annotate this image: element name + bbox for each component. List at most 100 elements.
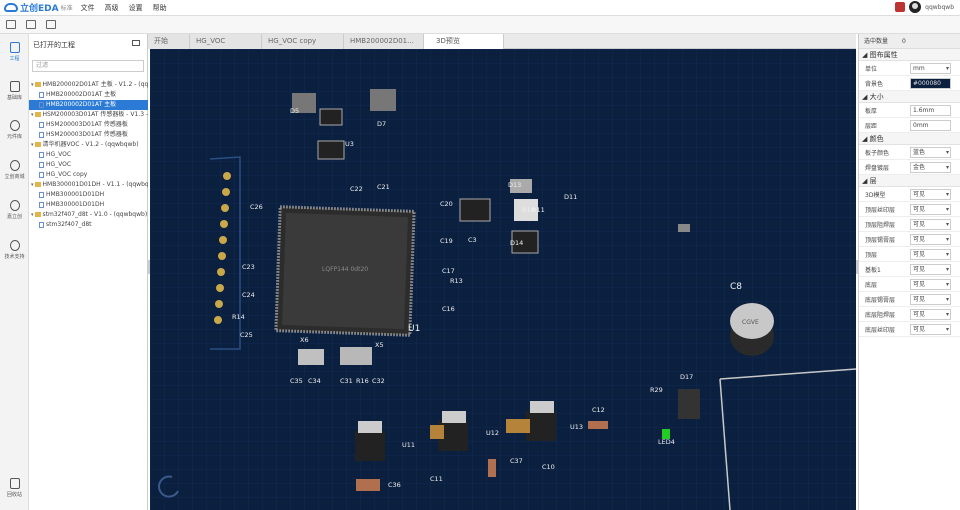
- property-label: 3D模型: [865, 191, 886, 199]
- caret-icon[interactable]: ▾: [31, 182, 34, 188]
- property-input[interactable]: 1.6mm: [910, 104, 951, 116]
- nav-component-lib[interactable]: 元件库: [0, 120, 29, 140]
- folder-icon[interactable]: [132, 40, 140, 46]
- ref-designator: U12: [486, 429, 499, 437]
- tab-hg-voc[interactable]: HG_VOC: [190, 34, 262, 49]
- property-select[interactable]: mm: [910, 62, 951, 74]
- section-header[interactable]: ◢ 层: [859, 175, 960, 187]
- section-header[interactable]: ◢ 颜色: [859, 133, 960, 145]
- tree-project[interactable]: ▾ 清华机器VOC - V1.2 - (qqwbqwb): [29, 140, 148, 150]
- tree-project[interactable]: ▾ stm32f407_d8t - V1.0 - (qqwbqwb): [29, 210, 148, 220]
- property-select[interactable]: 可见: [910, 308, 951, 320]
- property-select[interactable]: 蓝色: [910, 146, 951, 158]
- ref-designator: C34: [308, 377, 321, 385]
- tree-document[interactable]: HG_VOC: [29, 160, 148, 170]
- support-icon: [9, 240, 20, 251]
- property-select[interactable]: 可见: [910, 263, 951, 275]
- section-header[interactable]: ◢ 图布属性: [859, 49, 960, 61]
- property-label: 背景色: [865, 80, 884, 88]
- nav-jlc[interactable]: 嘉立创: [0, 200, 29, 220]
- tree-document[interactable]: HSM200003D01AT 传感器板: [29, 120, 148, 130]
- nav-support[interactable]: 技术支持: [0, 240, 29, 260]
- menu-file[interactable]: 文件: [81, 3, 95, 13]
- property-row: 层距 0mm: [859, 118, 960, 133]
- project-tree: ▾ HMB200002D01AT 主板 - V1.2 - (qqwbqwb) HMB…: [29, 80, 148, 230]
- property-select[interactable]: 可见: [910, 278, 951, 290]
- property-label: 顶层: [865, 251, 878, 259]
- tab-hg-voc-copy[interactable]: HG_VOC copy: [262, 34, 344, 49]
- tree-project[interactable]: ▾ HSM200003D01AT 传感器板 - V1.3 - (qqwbqwb): [29, 110, 148, 120]
- tree-label: stm32f407_d8t: [46, 221, 92, 228]
- tree-document[interactable]: stm32f407_d8t: [29, 220, 148, 230]
- property-label: 基板1: [865, 266, 881, 274]
- property-select[interactable]: 可见: [910, 323, 951, 335]
- tree-document[interactable]: HG_VOC: [29, 150, 148, 160]
- nav-projects[interactable]: 工程: [0, 42, 29, 62]
- document-icon[interactable]: [26, 20, 36, 29]
- property-label: 顶层锡膏层: [865, 236, 896, 244]
- tab-hmb[interactable]: HMB200002D01...: [344, 34, 424, 49]
- property-label: 板子颜色: [865, 149, 890, 157]
- property-label: 板厚: [865, 107, 878, 115]
- pcb-view: LQFP144 0dt20 CGVE U3 D7 D5 C22 C21 C26 C20 U1 D…: [150, 49, 856, 510]
- edition-label: 标准: [60, 5, 73, 12]
- caret-icon[interactable]: ▾: [31, 112, 34, 118]
- property-input[interactable]: 0mm: [910, 119, 951, 131]
- board-grid: [150, 49, 856, 510]
- tab-3d-preview[interactable]: 3D预览: [424, 34, 504, 49]
- pcb-file-icon: [39, 101, 44, 108]
- tree-label: HSM200003D01AT 传感器板: [46, 121, 128, 128]
- tree-project[interactable]: ▾ HMB200002D01AT 主板 - V1.2 - (qqwbqwb): [29, 80, 148, 90]
- nav-lcsc-mall[interactable]: 立创商城: [0, 160, 29, 180]
- ref-designator: C11: [430, 475, 443, 483]
- pcb-file-icon: [39, 171, 44, 178]
- property-row: 顶层丝印层 可见: [859, 202, 960, 217]
- ref-designator: C35: [290, 377, 303, 385]
- nav-trash[interactable]: 回收站: [0, 478, 29, 498]
- tree-document[interactable]: HMB300001D01DH: [29, 200, 148, 210]
- menu-help[interactable]: 帮助: [153, 3, 167, 13]
- tab-start[interactable]: 开始: [148, 34, 190, 49]
- property-input[interactable]: #000080: [910, 77, 951, 89]
- tree-document[interactable]: HG_VOC copy: [29, 170, 148, 180]
- menu-advanced[interactable]: 高级: [105, 3, 119, 13]
- ref-designator: R13: [450, 277, 463, 285]
- user-area[interactable]: qqwbqwb: [895, 1, 954, 13]
- ref-designator: C12: [592, 406, 605, 414]
- property-select[interactable]: 可见: [910, 203, 951, 215]
- property-select[interactable]: 金色: [910, 161, 951, 173]
- ref-designator: C20: [440, 200, 453, 208]
- caret-icon[interactable]: ▾: [31, 82, 34, 88]
- tree-document[interactable]: HMB200002D01AT 主板: [29, 100, 148, 110]
- ref-designator: C36: [388, 481, 401, 489]
- filter-input[interactable]: 过滤: [32, 60, 144, 72]
- tree-document[interactable]: HSM200003D01AT 传感器板: [29, 130, 148, 140]
- property-select[interactable]: 可见: [910, 188, 951, 200]
- tree-document[interactable]: HMB300001D01DH: [29, 190, 148, 200]
- ref-designator: C19: [440, 237, 453, 245]
- tree-label: HMB300001D01DH: [46, 201, 105, 208]
- tree-label: HMB200002D01AT 主板 - V1.2 - (qqwbqwb): [42, 81, 148, 88]
- ref-designator: C17: [442, 267, 455, 275]
- property-row: 底层 可见: [859, 277, 960, 292]
- caret-icon[interactable]: ▾: [31, 212, 34, 218]
- layers-icon[interactable]: [46, 20, 56, 29]
- section-header[interactable]: ◢ 大小: [859, 91, 960, 103]
- property-select[interactable]: 可见: [910, 233, 951, 245]
- nav-basic-lib[interactable]: 基础库: [0, 81, 29, 101]
- ref-designator: C10: [542, 463, 555, 471]
- tree-document[interactable]: HMB200002D01AT 主板: [29, 90, 148, 100]
- property-select[interactable]: 可见: [910, 218, 951, 230]
- caret-icon[interactable]: ▾: [31, 142, 34, 148]
- property-select[interactable]: 可见: [910, 248, 951, 260]
- open-folder-icon[interactable]: [6, 20, 16, 29]
- 3d-pcb-canvas[interactable]: LQFP144 0dt20 CGVE U3 D7 D5 C22 C21 C26 C20 U1 D…: [150, 49, 856, 510]
- avatar[interactable]: [909, 1, 922, 13]
- property-select[interactable]: 可见: [910, 293, 951, 305]
- property-label: 单位: [865, 65, 878, 73]
- tree-project[interactable]: ▾ HMB300001D01DH - V1.1 - (qqwbqwb): [29, 180, 148, 190]
- app-logo[interactable]: 立创EDA 标准: [4, 1, 73, 14]
- menu-settings[interactable]: 设置: [129, 3, 143, 13]
- ref-designator: C26: [250, 203, 263, 211]
- electrolytic-cap-c8: CGVE: [730, 303, 774, 356]
